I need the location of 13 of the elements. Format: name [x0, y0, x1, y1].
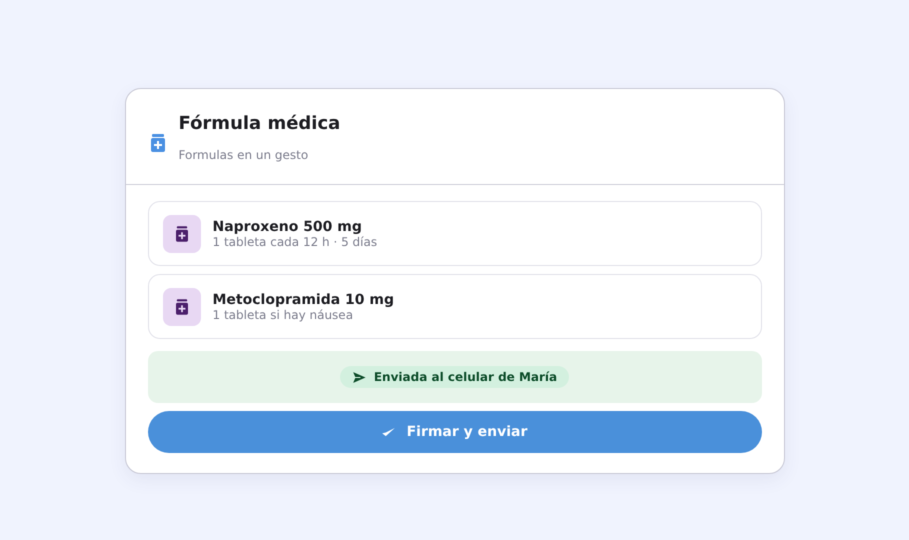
- medication-name: Metoclopramida 10 mg: [212, 292, 394, 308]
- medicine-jar-icon: [162, 288, 200, 326]
- check-icon: [382, 428, 395, 436]
- card-title: Fórmula médica: [178, 113, 340, 134]
- status-text: Enviada al celular de María: [374, 370, 558, 384]
- medication-dosage: 1 tableta si hay náusea: [212, 308, 354, 322]
- send-icon: [352, 370, 367, 384]
- card-subtitle: Formulas en un gesto: [178, 148, 310, 162]
- medicine-jar-icon: [150, 134, 164, 152]
- medication-dosage: 1 tableta cada 12 h · 5 días: [212, 234, 378, 248]
- medication-name: Naproxeno 500 mg: [212, 218, 363, 234]
- medicine-jar-icon: [162, 214, 200, 252]
- sign-and-send-button[interactable]: Firmar y enviar: [148, 411, 762, 453]
